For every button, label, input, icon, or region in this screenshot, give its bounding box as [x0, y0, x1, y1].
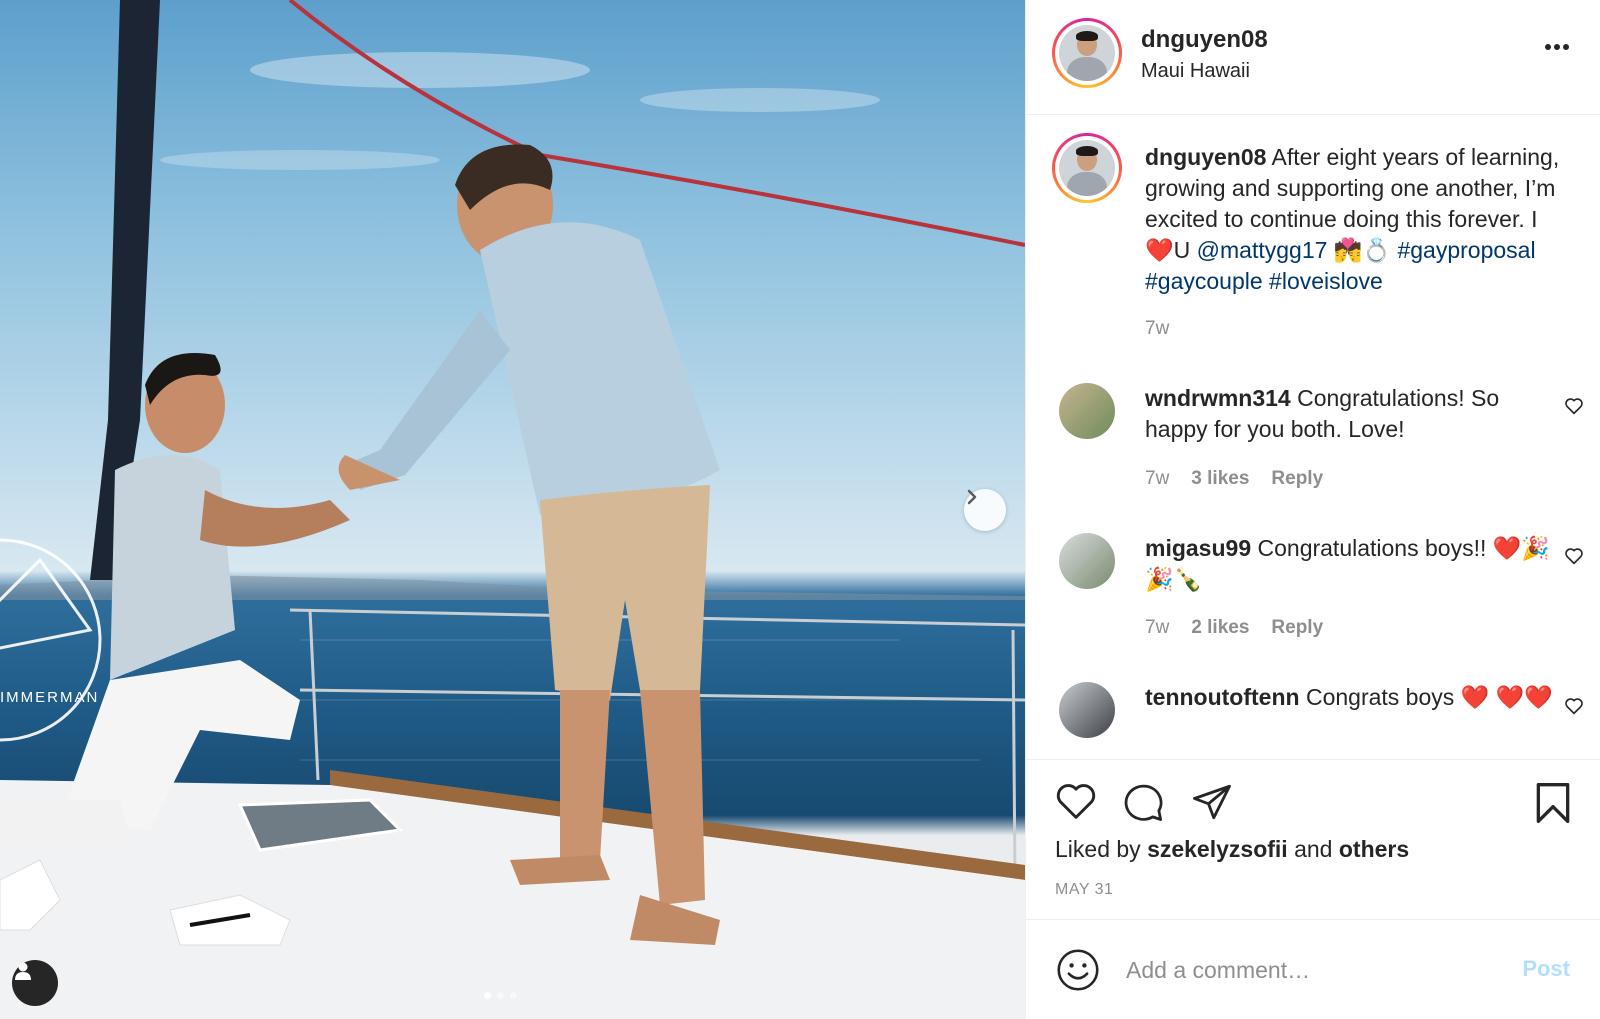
post-header: dnguyen08 Maui Hawaii	[1026, 0, 1600, 115]
heart-outline-icon	[1565, 398, 1583, 415]
heart-outline-icon	[1056, 784, 1096, 819]
reply-button[interactable]: Reply	[1271, 617, 1323, 639]
liked-by-user[interactable]: szekelyzsofii	[1147, 836, 1288, 862]
post-details-panel: dnguyen08 Maui Hawaii dnguyen08 After ei…	[1025, 0, 1600, 1019]
like-button[interactable]	[1054, 781, 1098, 826]
comment: wndrwmn314 Congratulations! So happy for…	[1145, 383, 1565, 445]
emoji-picker-button[interactable]	[1056, 948, 1100, 997]
watermark-logo	[0, 538, 102, 742]
likes-prefix: Liked by	[1055, 836, 1141, 862]
comment-button[interactable]	[1122, 781, 1166, 828]
likes-summary: Liked by szekelyzsofii and others	[1055, 836, 1409, 863]
author-username[interactable]: dnguyen08	[1141, 26, 1268, 54]
carousel-indicator	[484, 992, 517, 999]
comment-meta: 7w 2 likes Reply	[1145, 617, 1323, 639]
liked-by-others[interactable]: others	[1339, 836, 1409, 862]
hashtag-link[interactable]: #loveislove	[1269, 268, 1383, 294]
heart-emoji: ❤️	[1145, 237, 1174, 263]
photo-illustration: IMMERMAN	[0, 0, 1025, 1019]
comment-likes[interactable]: 2 likes	[1191, 617, 1249, 639]
comment-time[interactable]: 7w	[1145, 617, 1169, 639]
carousel-dot	[497, 992, 504, 999]
caption-time[interactable]: 7w	[1145, 318, 1169, 340]
caption-text-2: U	[1173, 237, 1191, 263]
share-button[interactable]	[1190, 781, 1234, 828]
reply-button[interactable]: Reply	[1271, 468, 1323, 490]
more-horizontal-icon	[1545, 44, 1569, 50]
post-comment-button[interactable]: Post	[1522, 956, 1570, 982]
comment-username[interactable]: tennoutoftenn	[1145, 684, 1300, 710]
carousel-dot	[510, 992, 517, 999]
comments-section: dnguyen08 After eight years of learning,…	[1026, 115, 1600, 759]
caption-avatar[interactable]	[1052, 133, 1122, 203]
commenter-avatar[interactable]	[1059, 533, 1115, 589]
like-comment-button[interactable]	[1564, 397, 1584, 420]
post-location[interactable]: Maui Hawaii	[1141, 60, 1250, 83]
save-button[interactable]	[1534, 781, 1572, 830]
caption-emojis: 💏💍	[1333, 237, 1392, 263]
comment-time[interactable]: 7w	[1145, 468, 1169, 490]
heart-outline-icon	[1565, 548, 1583, 565]
comment-icon	[1124, 784, 1163, 821]
commenter-avatar[interactable]	[1059, 682, 1115, 738]
comment-username[interactable]: wndrwmn314	[1145, 385, 1291, 411]
user-icon	[15, 962, 31, 980]
caption: dnguyen08 After eight years of learning,…	[1145, 142, 1565, 297]
bookmark-icon	[1536, 783, 1570, 823]
more-options-button[interactable]	[1544, 38, 1570, 56]
comment-text: Congrats boys ❤️ ❤️❤️	[1305, 684, 1553, 710]
smiley-icon	[1057, 949, 1099, 991]
hashtag-link[interactable]: #gayproposal	[1397, 237, 1535, 263]
author-avatar[interactable]	[1052, 18, 1122, 88]
comment-input[interactable]	[1126, 952, 1506, 988]
post-photo[interactable]: IMMERMAN	[0, 0, 1025, 1019]
caption-username[interactable]: dnguyen08	[1145, 144, 1266, 170]
chevron-right-icon	[967, 489, 977, 505]
comment: migasu99 Congratulations boys!! ❤️🎉🎉🍾	[1145, 533, 1565, 595]
instagram-post: IMMERMAN dnguyen08 Maui Hawaii dnguyen08…	[0, 0, 1600, 1019]
like-comment-button[interactable]	[1564, 547, 1584, 570]
post-actions: Liked by szekelyzsofii and others MAY 31	[1026, 759, 1600, 919]
caption-meta: 7w	[1145, 318, 1169, 340]
add-comment-bar: Post	[1026, 919, 1600, 1019]
next-photo-button[interactable]	[964, 489, 1006, 531]
like-comment-button[interactable]	[1564, 697, 1584, 720]
watermark-text: IMMERMAN	[0, 689, 99, 706]
comment-likes[interactable]: 3 likes	[1191, 468, 1249, 490]
heart-outline-icon	[1565, 698, 1583, 715]
comment: tennoutoftenn Congrats boys ❤️ ❤️❤️	[1145, 682, 1565, 713]
paper-plane-icon	[1193, 784, 1231, 820]
post-date[interactable]: MAY 31	[1055, 881, 1113, 899]
likes-and: and	[1294, 836, 1333, 862]
mention-link[interactable]: @mattygg17	[1197, 237, 1328, 263]
commenter-avatar[interactable]	[1059, 383, 1115, 439]
carousel-dot	[484, 992, 491, 999]
comment-username[interactable]: migasu99	[1145, 535, 1251, 561]
hashtag-link[interactable]: #gaycouple	[1145, 268, 1263, 294]
comment-meta: 7w 3 likes Reply	[1145, 468, 1323, 490]
tagged-users-button[interactable]	[12, 960, 58, 1006]
